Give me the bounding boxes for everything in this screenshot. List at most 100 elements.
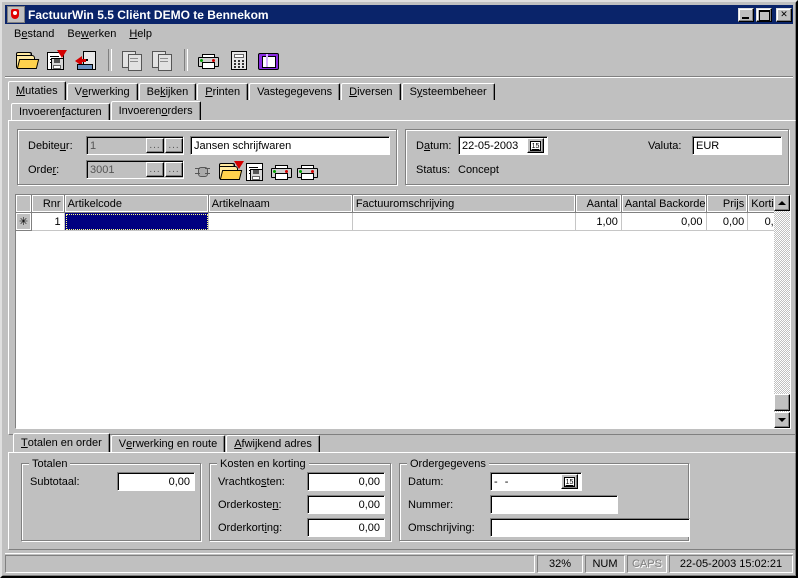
print-order-button[interactable] (270, 161, 292, 181)
valuta-input[interactable]: EUR (692, 136, 782, 155)
book-icon (257, 50, 279, 70)
orderkosten-label: Orderkosten: (218, 499, 282, 511)
status-value: Concept (458, 164, 499, 176)
grid-col-aantal-backorder[interactable]: Aantal Backorder (621, 195, 707, 213)
grid-col-prijs[interactable]: Prijs (706, 195, 749, 213)
print-preview-button[interactable] (296, 161, 318, 181)
totalen-group: Totalen Subtotaal: 0,00 (21, 458, 201, 541)
calendar-icon: 15 (564, 476, 575, 487)
tab-vaste-gegevens[interactable]: Vaste g egevens (249, 83, 341, 100)
status-label: Status: (416, 164, 451, 176)
toolbar-copy-button[interactable] (119, 48, 145, 73)
toolbar-open-button[interactable] (13, 48, 40, 73)
scroll-down-button[interactable] (774, 412, 790, 428)
toolbar-paste-button[interactable] (149, 48, 175, 73)
totalen-panel: Totalen Subtotaal: 0,00 Kosten en kortin… (8, 452, 796, 550)
tab-invoeren-orders[interactable]: Invoeren o rders (110, 101, 201, 120)
status-caps-pane: CAPS (627, 554, 667, 573)
tab-diversen[interactable]: Diversen (341, 83, 401, 100)
cell-artikelcode[interactable] (64, 213, 209, 231)
tab-mutaties[interactable]: Mutaties (8, 81, 66, 100)
debiteur-lookup-button-2[interactable]: ... (165, 138, 183, 153)
kosten-en-korting-group: Kosten en korting Vrachtkosten: 0,00 Ord… (209, 458, 391, 541)
status-zoom-pane[interactable]: 32% (537, 554, 583, 573)
grid-header-row: Rnr Artikelcode Artikelnaam Factuuromsch… (16, 195, 790, 213)
grid-col-aantal[interactable]: Aantal (576, 195, 622, 213)
new-order-button[interactable] (192, 161, 214, 181)
cell-factuuromschrijving[interactable] (352, 213, 577, 231)
tab-verwerking[interactable]: Ve rwerking (66, 83, 138, 100)
menu-help[interactable]: Help (123, 26, 159, 42)
status-bar: 32% NUM CAPS 22-05-2003 15:02:21 (5, 553, 793, 573)
grid-vertical-scrollbar[interactable] (774, 195, 790, 428)
toolbar-calculator-button[interactable] (225, 48, 251, 73)
save-document-icon (45, 50, 67, 70)
toolbar-save-button[interactable] (43, 48, 69, 73)
row-marker[interactable]: ✳ (16, 213, 32, 231)
cell-aantal-backorder[interactable]: 0,00 (621, 213, 707, 231)
order-lookup-button-2[interactable]: ... (165, 162, 183, 177)
debiteur-name-input[interactable]: Jansen schrijfwaren (190, 136, 390, 155)
grid-corner-cell (16, 195, 32, 213)
toolbar-separator-1 (108, 49, 112, 71)
cell-prijs[interactable]: 0,00 (706, 213, 749, 231)
order-lines-grid[interactable]: Rnr Artikelcode Artikelnaam Factuuromsch… (15, 194, 791, 429)
datum-value: 22-05-2003 (462, 139, 519, 152)
menu-bestand[interactable]: Bestand (8, 26, 61, 42)
kosten-group-title: Kosten en korting (217, 458, 309, 470)
cell-rnr[interactable]: 1 (32, 213, 65, 231)
tab-verwerking-en-route[interactable]: Ve rwerking en route (110, 435, 226, 452)
tab-systeembeheer[interactable]: Sy steembeheer (401, 83, 495, 100)
orderkorting-input[interactable]: 0,00 (307, 518, 385, 537)
menu-bewerken[interactable]: Bewerken (61, 26, 123, 42)
scroll-up-button[interactable] (774, 195, 790, 211)
debiteur-lookup-button-1[interactable]: ... (146, 138, 164, 153)
datum-calendar-button[interactable]: 15 (527, 138, 544, 153)
grid-col-rnr[interactable]: Rnr (32, 195, 65, 213)
minimize-button[interactable] (738, 7, 754, 22)
valuta-label: Valuta: (648, 140, 682, 152)
subtotaal-label: Subtotaal: (30, 476, 80, 488)
toolbar-print-button[interactable] (195, 48, 221, 73)
status-message-pane (5, 554, 535, 573)
scrollbar-track[interactable] (774, 211, 790, 412)
tab-totalen-en-order[interactable]: Totalen en order (13, 433, 110, 452)
window-controls: ✕ (738, 7, 792, 22)
tab-invoeren-facturen[interactable]: Invoeren f acturen (11, 103, 110, 120)
bottom-tab-bar: Totalen en order Ve rwerking en route Afw… (13, 433, 321, 452)
order-datum-calendar-button[interactable]: 15 (561, 474, 578, 489)
grid-col-artikelcode[interactable]: Artikelcode (64, 195, 209, 213)
maximize-button[interactable] (756, 7, 772, 22)
grid-col-artikelnaam[interactable]: Artikelnaam (208, 195, 353, 213)
order-nummer-input[interactable] (490, 495, 618, 514)
tab-bekijken[interactable]: Be k ijken (138, 83, 197, 100)
toolbar-book-button[interactable] (255, 48, 281, 73)
calendar-icon: 15 (530, 140, 541, 151)
subtotaal-input[interactable]: 0,00 (117, 472, 195, 491)
order-datum-value: - - (494, 475, 511, 488)
tab-afwijkend-adres[interactable]: Afwijkend adres (226, 435, 320, 452)
toolbar-exit-button[interactable] (73, 48, 99, 73)
main-tab-bar: Mutaties Ve rwerking Be k ijken Printen Vas… (8, 81, 496, 100)
vrachtkosten-input[interactable]: 0,00 (307, 472, 385, 491)
copy-icon (121, 50, 143, 71)
order-omschrijving-input[interactable] (490, 518, 690, 537)
order-lookup-button-1[interactable]: ... (146, 162, 164, 177)
status-num-pane: NUM (585, 554, 625, 573)
order-label: Order: (28, 164, 60, 176)
order-nummer-label: Nummer: (408, 499, 454, 511)
sub-tab-bar: Invoeren f acturen Invoeren o rders (11, 101, 202, 120)
menu-bar: Bestand Bewerken Help (5, 25, 793, 43)
factuurwin-icon (7, 6, 25, 23)
cell-aantal[interactable]: 1,00 (576, 213, 622, 231)
cell-artikelnaam[interactable] (208, 213, 353, 231)
grid-col-factuuromschrijving[interactable]: Factuuromschrijving (352, 195, 577, 213)
chevron-down-icon (778, 418, 786, 422)
window-title: FactuurWin 5.5 Cliënt DEMO te Bennekom (28, 7, 269, 22)
close-button[interactable]: ✕ (776, 7, 792, 22)
scrollbar-thumb[interactable] (774, 394, 790, 411)
orderkosten-input[interactable]: 0,00 (307, 495, 385, 514)
tab-printen[interactable]: Printen (197, 83, 249, 100)
table-row[interactable]: ✳ 1 1,00 0,00 0,00 0,00 (16, 213, 790, 231)
save-order-button[interactable] (234, 161, 266, 181)
